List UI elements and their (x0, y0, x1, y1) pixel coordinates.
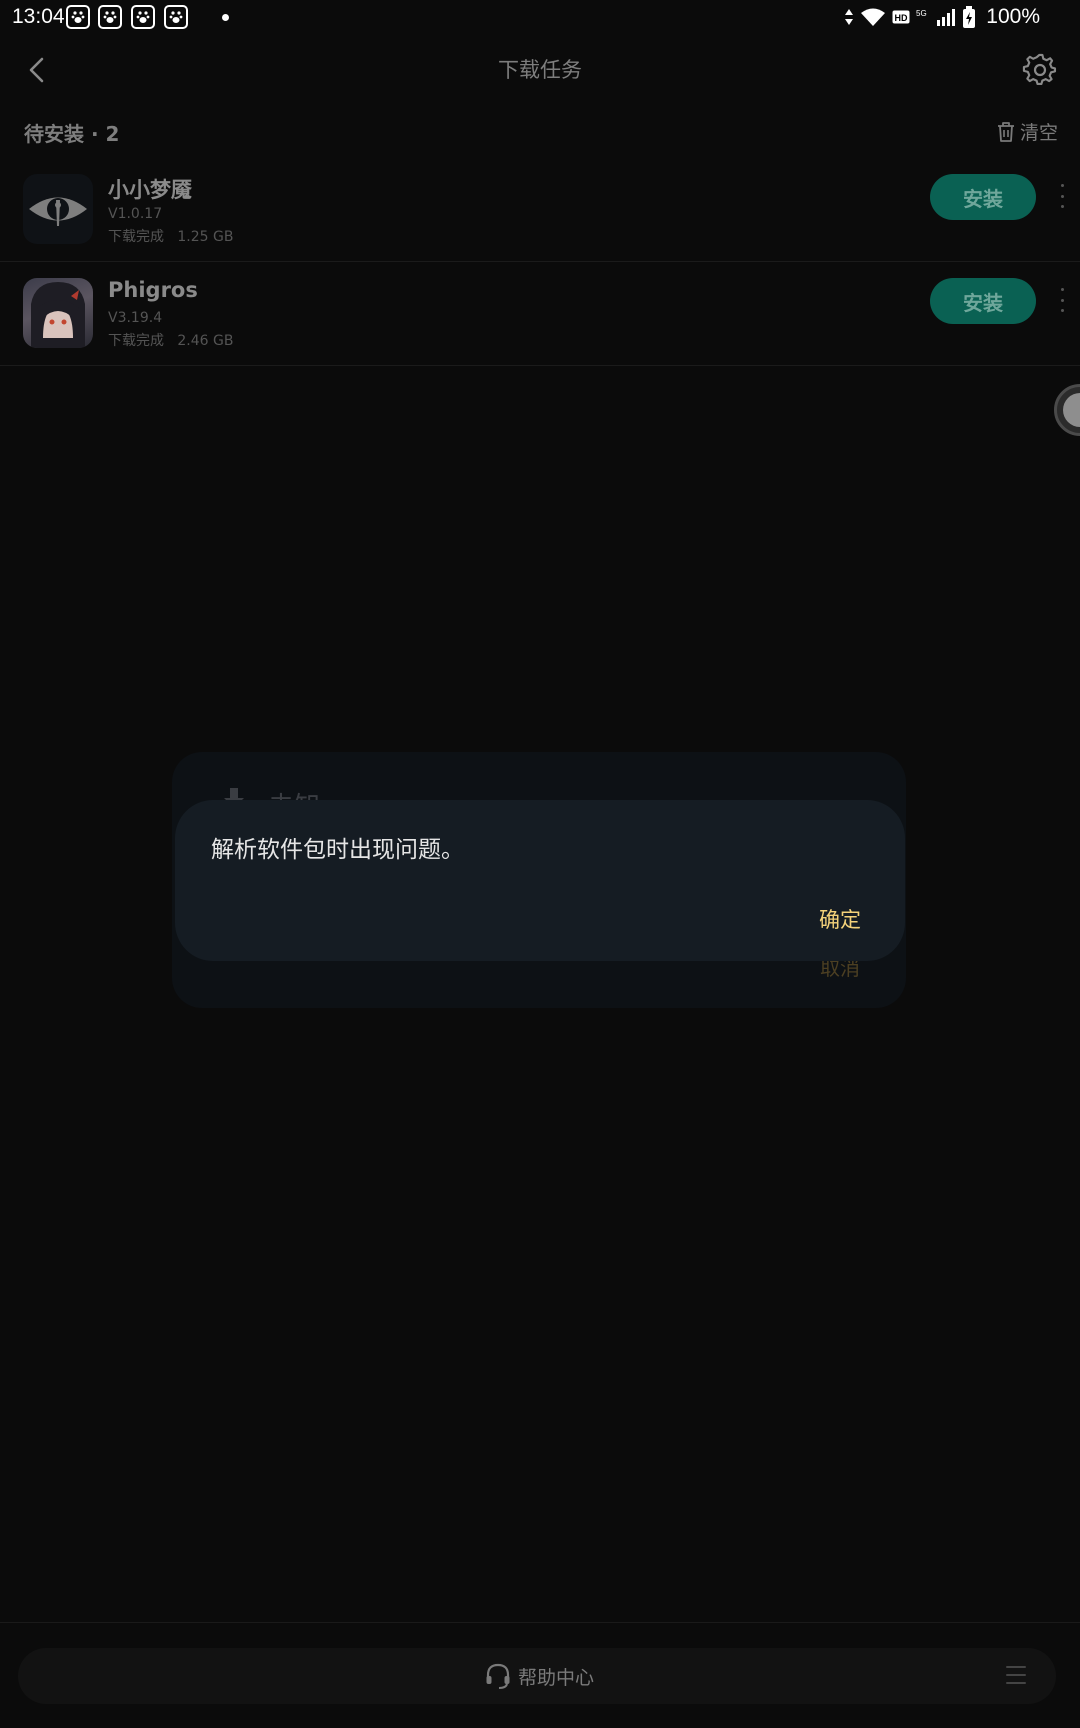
anime-character-icon (31, 282, 85, 348)
error-alert-dialog: 解析软件包时出现问题。 确定 (175, 800, 905, 961)
download-status: 下载完成 2.46 GB (108, 333, 234, 349)
download-task-row[interactable]: 小小梦魇 V1.0.17 下载完成 1.25 GB 安装 (0, 158, 1080, 262)
download-status: 下载完成 1.25 GB (108, 229, 234, 245)
baidu-paw-icon (131, 5, 155, 29)
bottom-bar: 帮助中心 (18, 1648, 1056, 1704)
app-icon (23, 278, 93, 348)
baidu-paw-icon (98, 5, 122, 29)
app-version: V3.19.4 (108, 310, 163, 326)
settings-button[interactable] (1022, 52, 1058, 88)
status-time: 13:04 (12, 5, 65, 28)
headset-icon (486, 1663, 510, 1689)
bottom-divider (0, 1622, 1080, 1623)
download-task-row[interactable]: Phigros V3.19.4 下载完成 2.46 GB 安装 (0, 262, 1080, 366)
floating-assistant-button[interactable] (1054, 384, 1080, 436)
trash-icon (997, 121, 1014, 142)
top-app-bar: 下载任务 (0, 40, 1080, 100)
app-name: 小小梦魇 (108, 178, 192, 202)
wifi-icon (861, 8, 886, 26)
help-center-button[interactable]: 帮助中心 (484, 1662, 594, 1690)
app-icon (23, 174, 93, 244)
battery-percentage: 100% (986, 5, 1040, 28)
battery-icon (963, 6, 976, 28)
status-bar: 13:04 HD 5G 100% (0, 0, 1080, 36)
help-center-label: 帮助中心 (518, 1666, 595, 1689)
more-notifications-dot (222, 14, 229, 21)
menu-icon[interactable] (1006, 1666, 1026, 1684)
app-version: V1.0.17 (108, 206, 163, 222)
more-options-icon[interactable] (1058, 184, 1066, 208)
baidu-paw-icon (66, 5, 90, 29)
clear-all-button[interactable]: 清空 (996, 118, 1058, 145)
alert-message: 解析软件包时出现问题。 (211, 837, 464, 863)
signal-icon (937, 9, 956, 26)
confirm-button[interactable]: 确定 (819, 904, 861, 934)
eye-logo-icon (29, 197, 87, 226)
install-button[interactable]: 安装 (930, 174, 1036, 220)
svg-text:5G: 5G (916, 9, 927, 18)
install-button[interactable]: 安装 (930, 278, 1036, 324)
section-title: 待安装 · 2 (24, 122, 120, 146)
baidu-paw-icon (164, 5, 188, 29)
gear-icon (1022, 53, 1057, 86)
clear-all-label: 清空 (1019, 122, 1058, 144)
svg-text:HD: HD (895, 13, 908, 23)
data-arrows-icon (845, 9, 854, 25)
hd-icon: HD (892, 10, 910, 24)
page-title: 下载任务 (498, 58, 582, 82)
status-right-cluster: HD 5G 100% (844, 5, 1040, 29)
app-name: Phigros (108, 278, 198, 302)
5g-icon: 5G (916, 9, 927, 18)
screen: 13:04 HD 5G 100% 下载任务 待安装 · 2 清空 小小梦魇 V1… (0, 0, 1080, 1728)
more-options-icon[interactable] (1058, 288, 1066, 312)
